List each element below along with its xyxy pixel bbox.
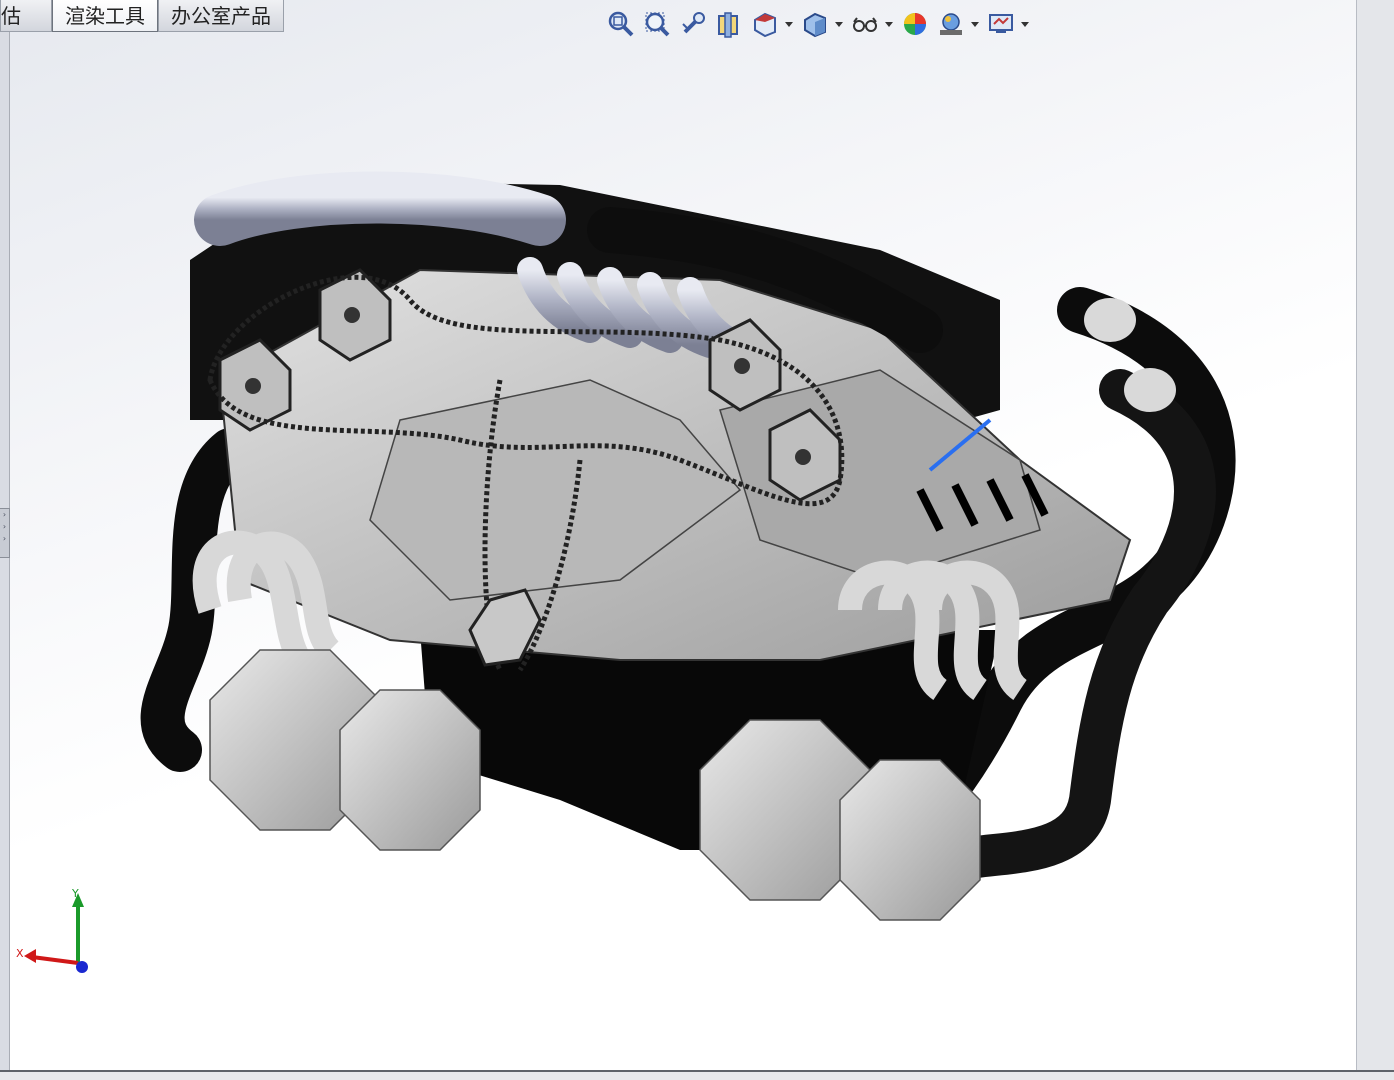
section-view-icon[interactable] — [712, 7, 746, 41]
previous-view-icon[interactable] — [676, 7, 710, 41]
view-settings-dropdown[interactable] — [1020, 7, 1030, 41]
panel-collapse-handle[interactable]: › › › — [0, 508, 10, 558]
view-orientation-dropdown[interactable] — [784, 7, 794, 41]
view-triad: Y X — [16, 887, 88, 973]
heads-up-view-toolbar — [604, 5, 1034, 43]
engine-model[interactable] — [120, 160, 1280, 940]
graphics-area[interactable]: Y X — [10, 0, 1356, 1070]
x-axis-label: X — [16, 947, 24, 960]
display-style-icon[interactable] — [798, 7, 832, 41]
tab-render-tools[interactable]: 渲染工具 — [52, 0, 158, 32]
zoom-to-fit-icon[interactable] — [604, 7, 638, 41]
tab-evaluate[interactable]: 估 — [0, 0, 52, 32]
z-axis-arrow — [76, 961, 88, 973]
status-bar-edge — [0, 1070, 1394, 1080]
y-axis-label: Y — [71, 887, 79, 900]
zoom-to-area-icon[interactable] — [640, 7, 674, 41]
task-pane-edge — [1356, 0, 1394, 1080]
hide-show-items-icon[interactable] — [848, 7, 882, 41]
edit-appearance-icon[interactable] — [898, 7, 932, 41]
apply-scene-dropdown[interactable] — [970, 7, 980, 41]
x-axis-arrow — [31, 955, 79, 965]
view-settings-icon[interactable] — [984, 7, 1018, 41]
tab-office-products[interactable]: 办公室产品 — [158, 0, 284, 32]
display-style-dropdown[interactable] — [834, 7, 844, 41]
command-manager-tabs: 估 渲染工具 办公室产品 — [0, 0, 284, 32]
apply-scene-icon[interactable] — [934, 7, 968, 41]
hide-show-items-dropdown[interactable] — [884, 7, 894, 41]
view-orientation-icon[interactable] — [748, 7, 782, 41]
